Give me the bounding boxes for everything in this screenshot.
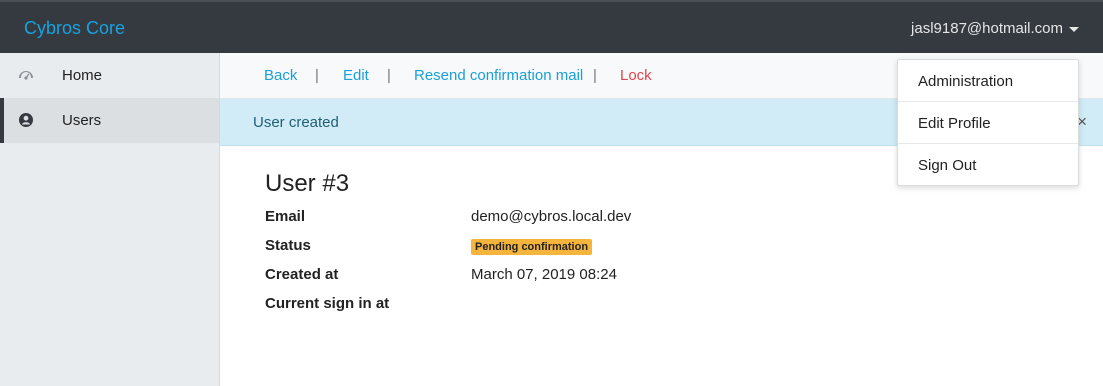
detail-label: Created at — [265, 266, 339, 283]
detail-row: Email demo@cybros.local.dev — [265, 208, 965, 230]
created-at-value: March 07, 2019 08:24 — [471, 266, 617, 283]
menu-item-label: Administration — [918, 73, 1014, 90]
separator: | — [387, 67, 391, 84]
lock-link[interactable]: Lock — [620, 67, 652, 84]
detail-label: Current sign in at — [265, 295, 390, 312]
sidebar-item-label: Home — [62, 67, 103, 84]
separator: | — [315, 67, 319, 84]
detail-row: Created at March 07, 2019 08:24 — [265, 266, 965, 288]
email-value: demo@cybros.local.dev — [471, 208, 632, 225]
sidebar: Home Users — [0, 53, 220, 386]
alert-message: User created — [253, 114, 339, 131]
caret-down-icon — [1069, 27, 1079, 32]
detail-label: Status — [265, 237, 311, 254]
user-menu-toggle[interactable]: jasl9187@hotmail.com — [911, 20, 1079, 37]
menu-item-administration[interactable]: Administration — [898, 60, 1078, 102]
status-badge: Pending confirmation — [471, 239, 593, 255]
separator: | — [593, 67, 597, 84]
resend-confirmation-link[interactable]: Resend confirmation mail — [414, 67, 583, 84]
sidebar-item-label: Users — [62, 112, 102, 129]
detail-label: Email — [265, 208, 306, 225]
menu-item-label: Sign Out — [918, 157, 977, 174]
user-circle-icon — [19, 113, 33, 127]
user-dropdown-menu: Administration Edit Profile Sign Out — [897, 59, 1079, 186]
menu-item-edit-profile[interactable]: Edit Profile — [898, 102, 1078, 144]
user-email: jasl9187@hotmail.com — [911, 20, 1063, 37]
dashboard-icon — [19, 71, 33, 80]
sidebar-item-home[interactable]: Home — [0, 53, 219, 98]
detail-row: Current sign in at — [265, 295, 965, 317]
back-link[interactable]: Back — [264, 67, 297, 84]
menu-item-label: Edit Profile — [918, 115, 991, 132]
sidebar-item-users[interactable]: Users — [0, 98, 219, 143]
edit-link[interactable]: Edit — [343, 67, 369, 84]
top-navbar: Cybros Core jasl9187@hotmail.com — [0, 0, 1103, 53]
detail-row: Status Pending confirmation — [265, 237, 965, 259]
brand-link[interactable]: Cybros Core — [24, 18, 125, 39]
menu-item-sign-out[interactable]: Sign Out — [898, 144, 1078, 186]
